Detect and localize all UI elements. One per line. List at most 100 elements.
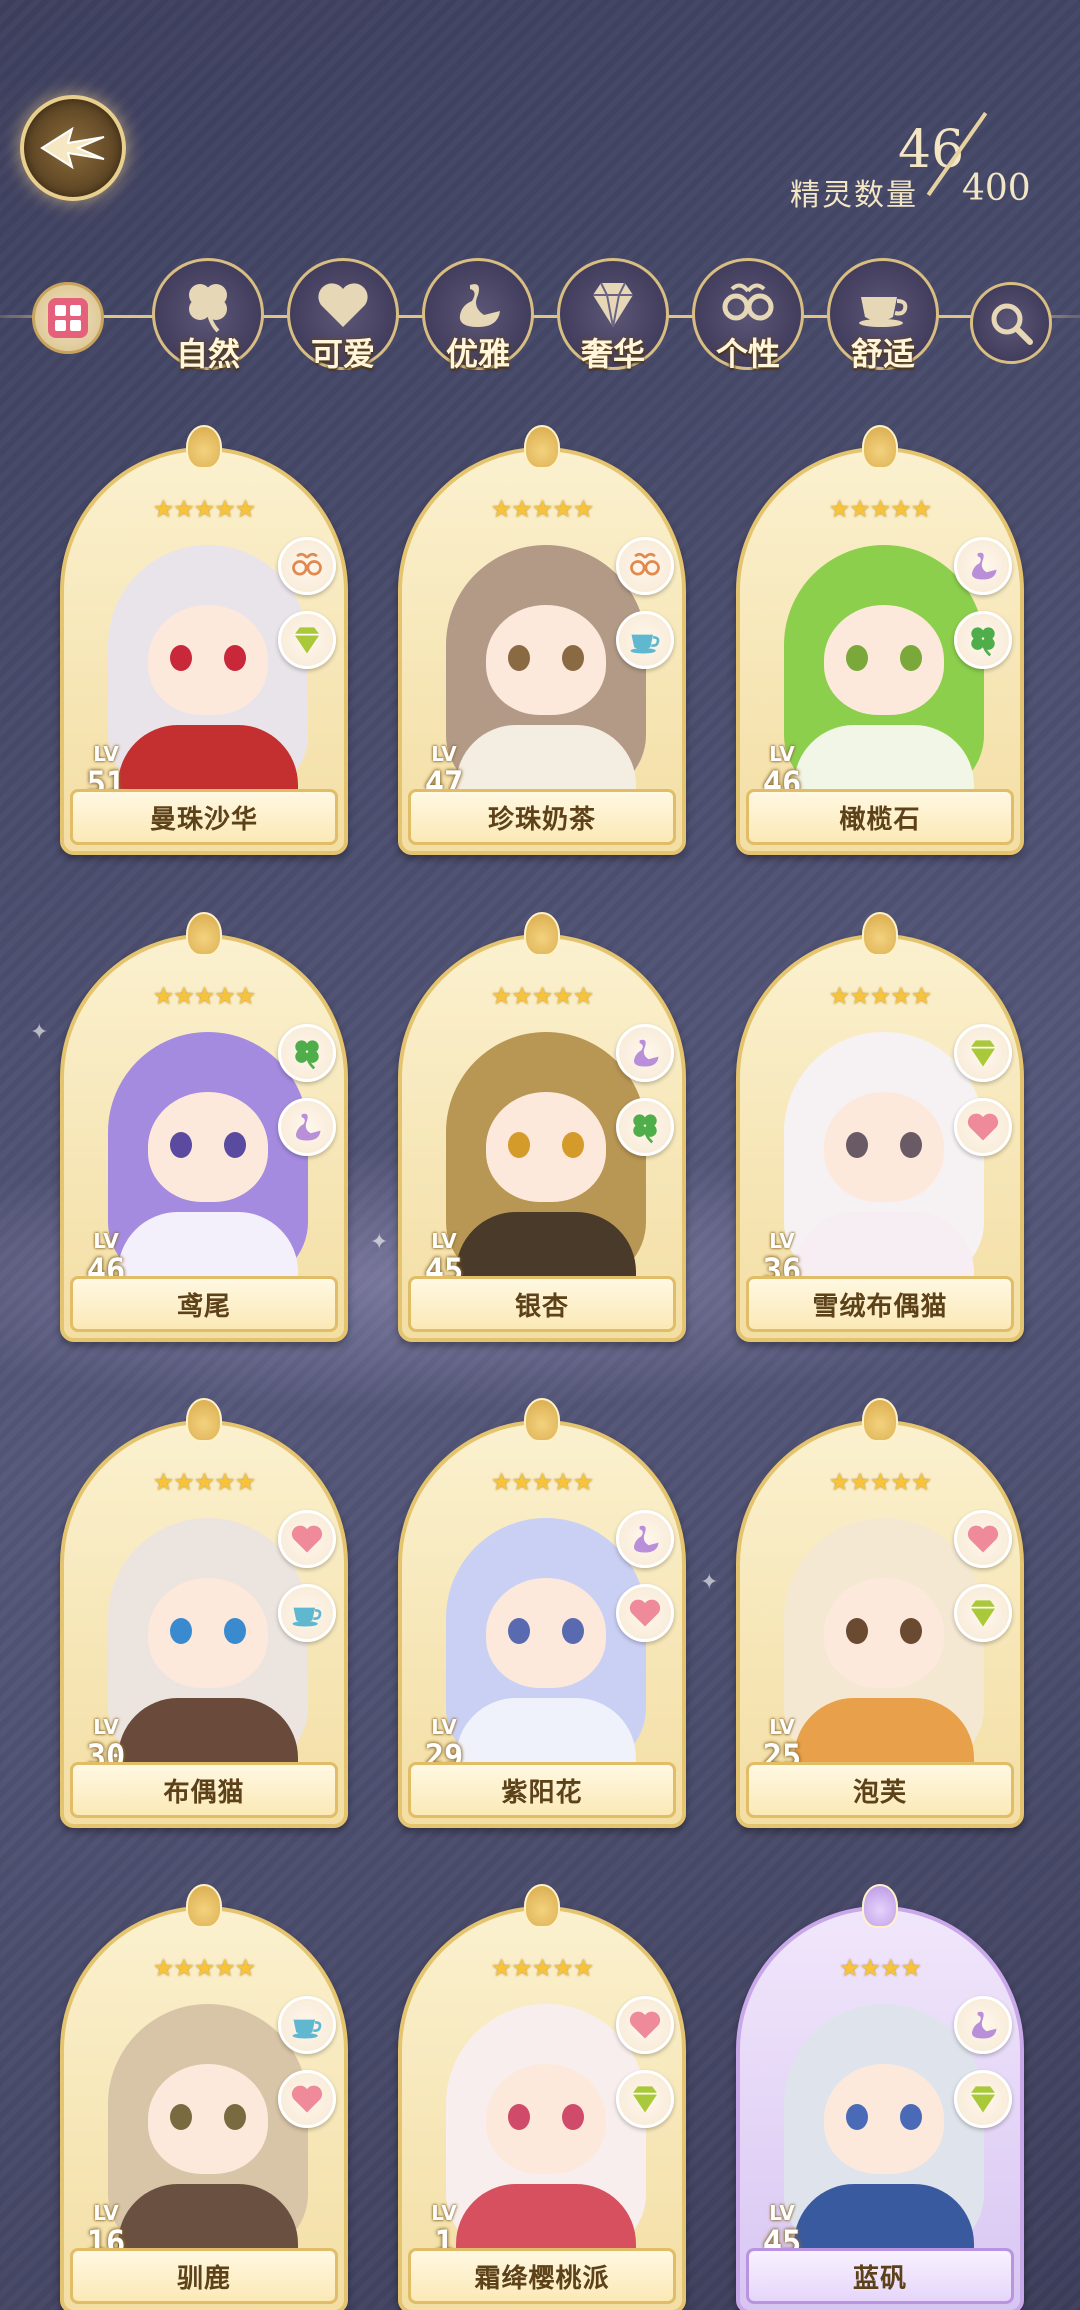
portrait-eye bbox=[170, 2104, 192, 2130]
portrait-body bbox=[794, 1212, 974, 1282]
card-frame: ★★★★★ LV 47 珍珠奶茶 bbox=[398, 447, 686, 855]
filter-nature-button[interactable]: 自然 bbox=[152, 258, 264, 373]
spirit-card[interactable]: ★★★★★ LV 46 鸢尾 bbox=[60, 912, 348, 1342]
portrait-body bbox=[794, 725, 974, 795]
portrait-face bbox=[824, 605, 944, 715]
card-crest bbox=[186, 1884, 222, 1928]
portrait-body bbox=[794, 1698, 974, 1768]
portrait-face bbox=[486, 2064, 606, 2174]
portrait-eye bbox=[508, 2104, 530, 2130]
filter-comfort-button[interactable]: 舒适 bbox=[827, 258, 939, 373]
spirit-card[interactable]: ★★★★ LV 45 蓝矾 bbox=[736, 1884, 1024, 2310]
spirit-card[interactable]: ★★★★★ LV 1 霜绛樱桃派 bbox=[398, 1884, 686, 2310]
portrait-body bbox=[456, 1212, 636, 1282]
spirit-name: 橄榄石 bbox=[746, 789, 1014, 845]
portrait-face bbox=[486, 1578, 606, 1688]
portrait-eye bbox=[224, 1618, 246, 1644]
card-crest bbox=[186, 425, 222, 469]
filter-label: 优雅 bbox=[445, 335, 510, 373]
filter-personality-button[interactable]: 个性 bbox=[692, 258, 804, 373]
portrait-eye bbox=[900, 2104, 922, 2130]
filter-elegant-button[interactable]: 优雅 bbox=[422, 258, 534, 373]
star-rating: ★★★★★ bbox=[152, 495, 257, 523]
portrait-eye bbox=[170, 1132, 192, 1158]
star-rating: ★★★★★ bbox=[490, 1954, 595, 1982]
portrait-body bbox=[118, 725, 298, 795]
spirit-name: 雪绒布偶猫 bbox=[746, 1276, 1014, 1332]
spirit-card[interactable]: ★★★★★ LV 16 驯鹿 bbox=[60, 1884, 348, 2310]
heart-icon bbox=[278, 2070, 336, 2128]
level-tag: LV bbox=[769, 1715, 795, 1739]
spirit-card[interactable]: ★★★★★ LV 47 珍珠奶茶 bbox=[398, 425, 686, 855]
card-crest bbox=[862, 912, 898, 956]
spirit-card[interactable]: ★★★★★ LV 51 曼珠沙华 bbox=[60, 425, 348, 855]
sparkle-decoration: ✦ bbox=[370, 1230, 389, 1255]
clover-icon bbox=[616, 1098, 674, 1156]
spirit-name: 珍珠奶茶 bbox=[408, 789, 676, 845]
spirit-count-label: 精灵数量 bbox=[790, 178, 918, 213]
spirit-name: 霜绛樱桃派 bbox=[408, 2248, 676, 2304]
sparkle-decoration: ✦ bbox=[30, 1020, 49, 1045]
level-tag: LV bbox=[93, 1715, 119, 1739]
portrait-body bbox=[456, 1698, 636, 1768]
level-tag: LV bbox=[93, 1229, 119, 1253]
filter-label: 个性 bbox=[715, 335, 780, 373]
spirit-card[interactable]: ★★★★★ LV 46 橄榄石 bbox=[736, 425, 1024, 855]
portrait-body bbox=[456, 725, 636, 795]
spirit-card[interactable]: ★★★★★ LV 45 银杏 bbox=[398, 912, 686, 1342]
spirit-card[interactable]: ★★★★★ LV 29 紫阳花 bbox=[398, 1398, 686, 1828]
spirit-card[interactable]: ★★★★★ LV 25 泡芙 bbox=[736, 1398, 1024, 1828]
portrait-body bbox=[118, 1698, 298, 1768]
sparkle-decoration: ✦ bbox=[700, 1570, 719, 1595]
filter-all-button[interactable] bbox=[32, 282, 104, 354]
portrait-body bbox=[456, 2184, 636, 2254]
portrait-face bbox=[148, 1578, 268, 1688]
star-rating: ★★★★★ bbox=[828, 495, 933, 523]
portrait-face bbox=[486, 1092, 606, 1202]
card-frame: ★★★★★ LV 16 驯鹿 bbox=[60, 1906, 348, 2310]
heart-icon bbox=[954, 1098, 1012, 1156]
portrait-face bbox=[824, 1092, 944, 1202]
spirit-card[interactable]: ★★★★★ LV 30 布偶猫 bbox=[60, 1398, 348, 1828]
portrait-face bbox=[486, 605, 606, 715]
search-button[interactable] bbox=[970, 282, 1052, 364]
spirit-name: 鸢尾 bbox=[70, 1276, 338, 1332]
level-tag: LV bbox=[93, 742, 119, 766]
card-frame: ★★★★ LV 45 蓝矾 bbox=[736, 1906, 1024, 2310]
portrait-eye bbox=[562, 645, 584, 671]
star-rating: ★★★★★ bbox=[152, 1954, 257, 1982]
filter-cute-button[interactable]: 可爱 bbox=[287, 258, 399, 373]
card-frame: ★★★★★ LV 46 鸢尾 bbox=[60, 934, 348, 1342]
diamond-icon bbox=[278, 611, 336, 669]
swan-icon bbox=[616, 1510, 674, 1568]
glasses-icon bbox=[278, 537, 336, 595]
clover-icon bbox=[278, 1024, 336, 1082]
portrait-eye bbox=[846, 645, 868, 671]
swan-icon bbox=[954, 537, 1012, 595]
portrait-eye bbox=[900, 1618, 922, 1644]
portrait-face bbox=[148, 2064, 268, 2174]
portrait-body bbox=[118, 2184, 298, 2254]
portrait-face bbox=[148, 605, 268, 715]
portrait-body bbox=[118, 1212, 298, 1282]
portrait-eye bbox=[508, 1132, 530, 1158]
diamond-icon bbox=[954, 2070, 1012, 2128]
swan-icon bbox=[459, 284, 500, 327]
teacup-icon bbox=[616, 611, 674, 669]
card-crest bbox=[524, 1884, 560, 1928]
card-crest bbox=[524, 912, 560, 956]
clover-icon bbox=[954, 611, 1012, 669]
star-rating: ★★★★★ bbox=[152, 982, 257, 1010]
search-icon bbox=[991, 303, 1033, 345]
portrait-eye bbox=[224, 645, 246, 671]
spirit-card[interactable]: ★★★★★ LV 36 雪绒布偶猫 bbox=[736, 912, 1024, 1342]
portrait-face bbox=[824, 2064, 944, 2174]
filter-luxury-button[interactable]: 奢华 bbox=[557, 258, 669, 373]
swan-icon bbox=[616, 1024, 674, 1082]
card-crest bbox=[186, 1398, 222, 1442]
card-frame: ★★★★★ LV 36 雪绒布偶猫 bbox=[736, 934, 1024, 1342]
portrait-eye bbox=[900, 1132, 922, 1158]
portrait-eye bbox=[562, 2104, 584, 2130]
swan-icon bbox=[954, 1996, 1012, 2054]
back-button[interactable] bbox=[20, 95, 126, 201]
